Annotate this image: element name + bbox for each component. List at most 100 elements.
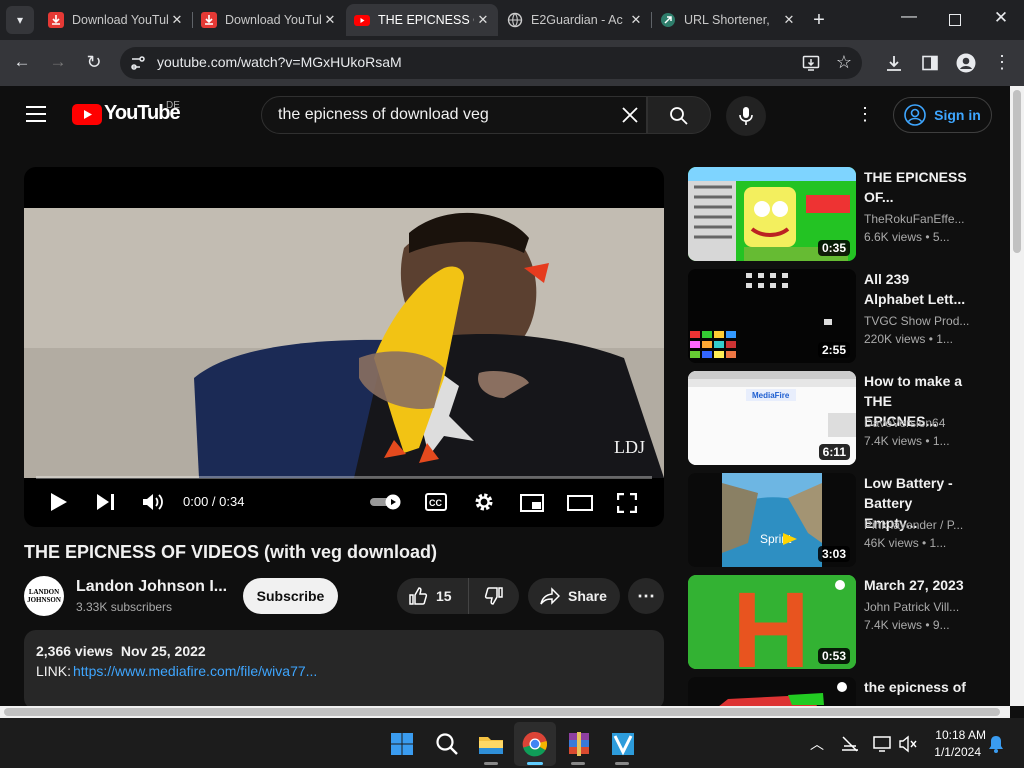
recommendation-channel[interactable]: TVGC Show Prod...	[864, 314, 969, 328]
hamburger-menu-icon[interactable]	[26, 105, 46, 123]
taskbar-time[interactable]: 10:18 AM	[926, 728, 986, 742]
recommendation-channel[interactable]: DaveVersion64	[864, 416, 969, 430]
close-icon[interactable]: ✕	[780, 12, 798, 28]
windows-start-icon[interactable]	[386, 728, 418, 760]
search-input[interactable]: the epicness of download veg	[278, 106, 489, 124]
minimize-icon[interactable]: —	[895, 8, 923, 26]
autoplay-toggle-icon[interactable]	[369, 494, 403, 510]
winrar-icon[interactable]	[563, 728, 595, 760]
theater-mode-icon[interactable]	[567, 494, 593, 512]
recommendation-item[interactable]: the epicness of	[688, 677, 1008, 706]
display-icon[interactable]	[872, 735, 892, 753]
forward-icon[interactable]: →	[44, 52, 72, 72]
taskbar-date[interactable]: 1/1/2024	[926, 745, 981, 759]
video-thumbnail[interactable]: 0:35	[688, 167, 856, 261]
recommendation-item[interactable]: Sprint 3:03 Low Battery - Battery Empty..…	[688, 473, 1008, 567]
video-duration: 6:11	[818, 444, 850, 460]
video-thumbnail[interactable]: 2:55	[688, 269, 856, 363]
thumbs-down-icon	[484, 587, 503, 605]
sign-in-button[interactable]: Sign in	[893, 97, 992, 133]
url-text[interactable]: youtube.com/watch?v=MGxHUkoRsaM	[157, 54, 402, 70]
recommendation-item[interactable]: 0:35 THE EPICNESS OF... TheRokuFanEffe...…	[688, 167, 1008, 261]
fullscreen-icon[interactable]	[617, 493, 637, 513]
window-close-icon[interactable]: ✕	[987, 8, 1015, 28]
tab-download-2[interactable]: Download YouTube ✕	[193, 4, 345, 36]
subscribe-button[interactable]: Subscribe	[243, 578, 338, 614]
site-info-icon[interactable]	[129, 54, 147, 72]
install-app-icon[interactable]	[802, 54, 820, 72]
video-thumbnail[interactable]: Sprint 3:03	[688, 473, 856, 567]
tab-youtube-active[interactable]: THE EPICNESS OF ✕	[346, 4, 498, 36]
close-icon[interactable]: ✕	[627, 12, 645, 28]
new-tab-button[interactable]: +	[805, 7, 833, 33]
horizontal-scrollbar-thumb[interactable]	[4, 708, 1000, 716]
next-video-icon[interactable]	[96, 493, 116, 511]
channel-name[interactable]: Landon Johnson I...	[76, 578, 227, 596]
close-icon[interactable]: ✕	[474, 12, 492, 28]
vertical-scrollbar-thumb[interactable]	[1013, 90, 1021, 253]
video-thumbnail[interactable]: MediaFire 6:11	[688, 371, 856, 465]
downloads-icon[interactable]	[885, 54, 903, 72]
restore-icon[interactable]	[949, 14, 961, 26]
recommendation-title[interactable]: THE EPICNESS OF...	[864, 167, 969, 207]
recommendation-title[interactable]: All 239 Alphabet Lett...	[864, 269, 969, 309]
video-thumbnail[interactable]	[688, 677, 856, 706]
show-hidden-icons-icon[interactable]: ︿	[810, 734, 824, 754]
tab-download-1[interactable]: Download YouTube ✕	[40, 4, 192, 36]
side-panel-icon[interactable]	[921, 54, 939, 72]
running-indicator	[484, 762, 498, 765]
youtube-favicon-icon	[354, 15, 370, 26]
notification-bell-icon[interactable]	[988, 735, 1004, 753]
like-count: 15	[436, 588, 452, 604]
video-thumbnail[interactable]: H 0:53	[688, 575, 856, 669]
profile-icon[interactable]	[956, 53, 976, 73]
close-icon[interactable]: ✕	[168, 12, 186, 28]
bookmark-star-icon[interactable]: ☆	[830, 52, 858, 73]
tab-search-icon[interactable]: ▾	[6, 6, 34, 34]
running-indicator	[615, 762, 629, 765]
recommendation-channel[interactable]: TheRokuFanEffe...	[864, 212, 969, 226]
miniplayer-icon[interactable]	[520, 494, 544, 512]
video-editor-icon[interactable]	[607, 728, 639, 760]
chrome-menu-icon[interactable]: ⋮	[988, 52, 1016, 73]
video-player[interactable]: LDJ 0:00 / 0:34 CC	[24, 167, 664, 527]
channel-avatar[interactable]: LANDON JOHNSON	[24, 576, 64, 616]
recommendation-item[interactable]: 2:55 All 239 Alphabet Lett... TVGC Show P…	[688, 269, 1008, 363]
dislike-button[interactable]	[469, 586, 519, 606]
channel-avatar-text: LANDON JOHNSON	[27, 588, 61, 604]
video-title: THE EPICNESS OF VIDEOS (with veg downloa…	[24, 542, 438, 562]
settings-gear-icon[interactable]	[473, 491, 495, 513]
svg-text:MediaFire: MediaFire	[752, 391, 790, 400]
tab-e2guardian[interactable]: E2Guardian - Ac ✕	[499, 4, 651, 36]
network-disconnected-icon[interactable]	[840, 735, 860, 753]
captions-icon[interactable]: CC	[425, 493, 447, 511]
like-button[interactable]: 15	[397, 578, 469, 614]
recommendation-channel[interactable]: Pink lavender / P...	[864, 518, 969, 532]
recommendation-title[interactable]: the epicness of	[864, 677, 969, 697]
taskbar-search-icon[interactable]	[431, 728, 463, 760]
video-frame[interactable]: LDJ	[24, 208, 664, 478]
progress-bar[interactable]	[36, 476, 652, 479]
settings-menu-icon[interactable]: ⋮	[851, 104, 879, 125]
recommendation-item[interactable]: MediaFire 6:11 How to make a THE EPICNES.…	[688, 371, 1008, 465]
recommendation-item[interactable]: H 0:53 March 27, 2023 John Patrick Vill.…	[688, 575, 1008, 669]
volume-muted-icon[interactable]	[898, 735, 918, 753]
share-button[interactable]: Share	[528, 578, 620, 614]
close-icon[interactable]: ✕	[321, 12, 339, 28]
chrome-icon[interactable]	[519, 728, 551, 760]
tab-url-shortener[interactable]: URL Shortener, ✕	[652, 4, 804, 36]
recommendation-title[interactable]: March 27, 2023	[864, 575, 969, 595]
volume-icon[interactable]	[142, 492, 164, 512]
description-link[interactable]: https://www.mediafire.com/file/wiva77...	[73, 663, 317, 679]
file-explorer-icon[interactable]	[475, 728, 507, 760]
more-actions-icon[interactable]: ⋯	[628, 578, 664, 614]
recommendation-meta: 6.6K views • 5...	[864, 230, 950, 244]
reload-icon[interactable]: ↻	[80, 52, 108, 73]
recommendation-channel[interactable]: John Patrick Vill...	[864, 600, 969, 614]
play-icon[interactable]	[50, 492, 68, 512]
back-icon[interactable]: ←	[8, 52, 36, 72]
active-indicator	[527, 762, 543, 765]
youtube-logo-icon[interactable]	[72, 104, 102, 125]
view-stats: 2,366 views Nov 25, 2022	[36, 643, 206, 659]
clear-search-icon[interactable]	[621, 106, 639, 124]
